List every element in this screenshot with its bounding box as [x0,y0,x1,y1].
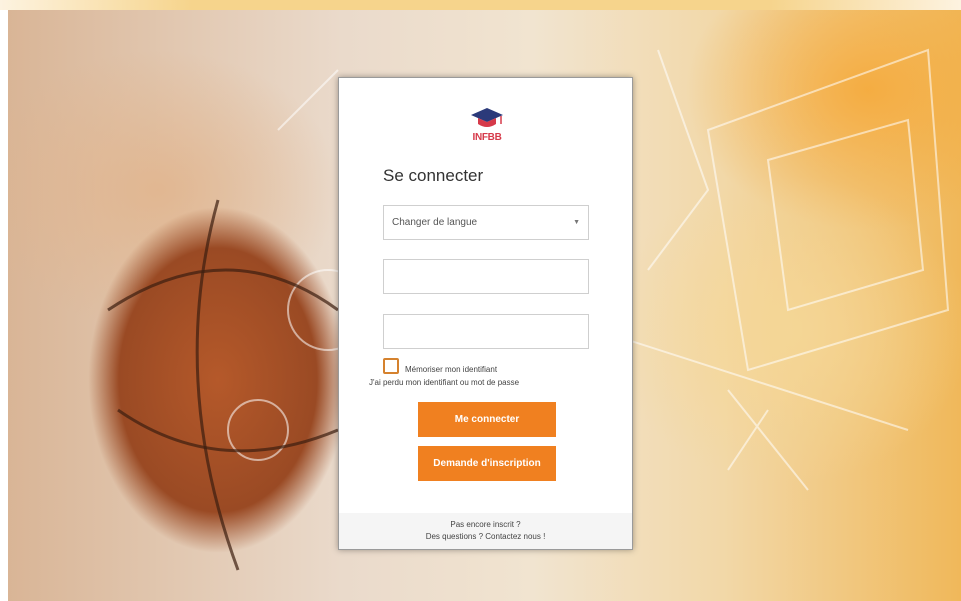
remember-label: Mémoriser mon identifiant [405,365,498,374]
page-title: Se connecter [383,166,484,185]
signup-request-button[interactable]: Demande d'inscription [418,446,556,481]
password-input[interactable] [383,314,589,349]
chevron-down-icon: ▼ [573,219,580,226]
remember-row: Mémoriser mon identifiant [383,357,497,374]
remember-checkbox[interactable] [383,357,399,374]
lost-credentials-link[interactable]: J'ai perdu mon identifiant ou mot de pas… [369,378,519,387]
identifier-input[interactable] [383,259,589,294]
language-select-value: Changer de langue [392,217,478,228]
logo-text: INFBB [472,132,502,143]
footer-not-registered[interactable]: Pas encore inscrit ? [339,519,632,531]
language-select[interactable]: Changer de langue ▼ [383,205,589,240]
card-footer: Pas encore inscrit ? Des questions ? Con… [339,513,632,549]
top-bar [0,0,961,10]
login-button[interactable]: Me connecter [418,402,556,437]
login-card: INFBB Se connecter Changer de langue ▼ M… [338,77,633,550]
logo: INFBB [467,104,507,144]
graduation-cap-icon [471,108,503,127]
footer-contact[interactable]: Des questions ? Contactez nous ! [339,531,632,543]
